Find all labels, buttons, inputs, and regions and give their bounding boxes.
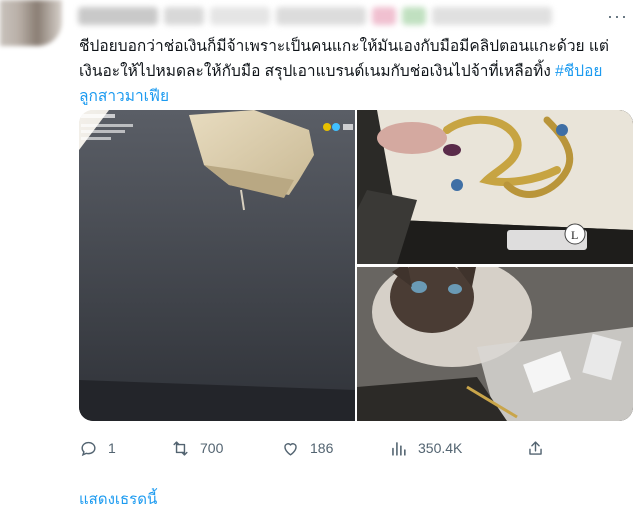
- more-options-icon[interactable]: ···: [607, 6, 628, 27]
- reply-count: 1: [108, 440, 116, 456]
- tweet-body: ชีปอยบอกว่าช่อเงินก็มีจ้าเพราะเป็นคนแกะใ…: [79, 38, 609, 80]
- views-count: 350.4K: [418, 440, 463, 456]
- share-icon: [529, 440, 542, 455]
- tweet-text: ชีปอยบอกว่าช่อเงินก็มีจ้าเพราะเป็นคนแกะใ…: [79, 34, 627, 109]
- heart-icon: [284, 442, 297, 456]
- views-button[interactable]: 350.4K: [389, 436, 462, 460]
- share-button[interactable]: [526, 436, 545, 460]
- author-header-blurred: [78, 4, 598, 28]
- views-chart-icon: [392, 441, 406, 456]
- retweet-icon: [173, 440, 188, 456]
- media-image-3[interactable]: [357, 267, 633, 421]
- like-count: 186: [310, 440, 334, 456]
- reply-button[interactable]: 1: [79, 436, 116, 460]
- retweet-button[interactable]: 700: [171, 436, 223, 460]
- tweet-actions: 1 700 186 350.4K: [79, 436, 559, 460]
- retweet-count: 700: [200, 440, 224, 456]
- reply-icon: [81, 441, 96, 456]
- media-image-1[interactable]: [79, 110, 355, 421]
- show-thread-link[interactable]: แสดงเธรดนี้: [79, 487, 157, 505]
- like-button[interactable]: 186: [281, 436, 333, 460]
- svg-text:L: L: [571, 228, 578, 242]
- media-image-2[interactable]: L: [357, 110, 633, 264]
- avatar[interactable]: [0, 0, 62, 46]
- media-grid: L: [79, 110, 633, 421]
